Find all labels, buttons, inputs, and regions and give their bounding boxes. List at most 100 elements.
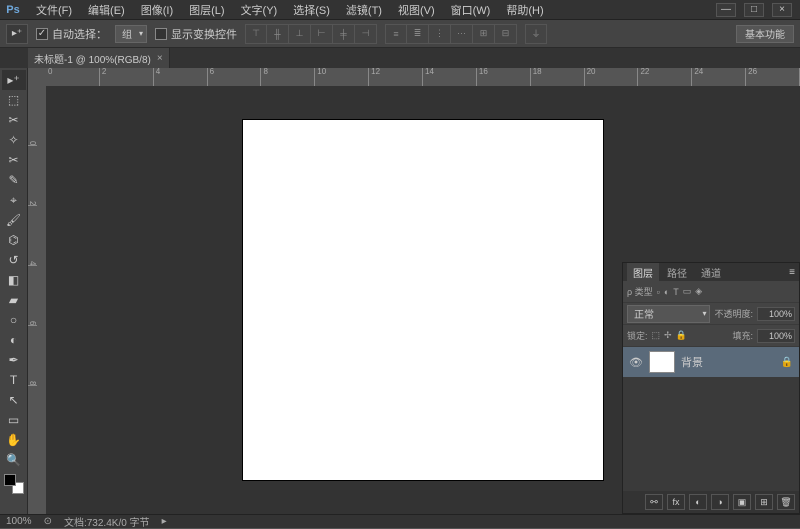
align-vcenter-icon[interactable]: ╫: [267, 24, 289, 44]
dist-3-icon[interactable]: ⋮: [429, 24, 451, 44]
layer-row[interactable]: 👁 背景 🔒: [623, 347, 799, 377]
fx-icon[interactable]: fx: [667, 494, 685, 510]
dist-2-icon[interactable]: ≣: [407, 24, 429, 44]
ruler-horizontal[interactable]: 0 2 4 6 8 10 12 14 16 18 20 22 24 26: [46, 68, 800, 86]
workspace-switcher[interactable]: 基本功能: [736, 25, 794, 43]
link-layers-icon[interactable]: ⚯: [645, 494, 663, 510]
dist-4-icon[interactable]: ⋯: [451, 24, 473, 44]
zoom-level[interactable]: 100%: [6, 516, 32, 527]
menu-filter[interactable]: 滤镜(T): [340, 0, 388, 20]
mask-icon[interactable]: ◐: [689, 494, 707, 510]
pen-tool[interactable]: ✒: [2, 350, 26, 370]
path-tool[interactable]: ↖: [2, 390, 26, 410]
3d-mode-icon[interactable]: ⏚: [525, 24, 547, 44]
new-layer-icon[interactable]: ⊞: [755, 494, 773, 510]
zoom-tool[interactable]: 🔍: [2, 450, 26, 470]
panel-tabs: 图层 路径 通道 ≡: [623, 263, 799, 281]
close-tab-icon[interactable]: ×: [157, 53, 163, 64]
tab-channels[interactable]: 通道: [695, 263, 727, 282]
group-icon[interactable]: ▣: [733, 494, 751, 510]
lasso-tool[interactable]: ✂: [2, 110, 26, 130]
info-arrow-icon[interactable]: ▸: [162, 516, 167, 527]
gradient-tool[interactable]: ▰: [2, 290, 26, 310]
document-tab[interactable]: 未标题-1 @ 100%(RGB/8) ×: [28, 48, 170, 68]
tab-paths[interactable]: 路径: [661, 263, 693, 282]
blend-row: 正常 不透明度:: [623, 303, 799, 325]
wand-tool[interactable]: ✧: [2, 130, 26, 150]
align-hcenter-icon[interactable]: ╪: [333, 24, 355, 44]
dodge-tool[interactable]: ◐: [2, 330, 26, 350]
menu-edit[interactable]: 编辑(E): [82, 0, 131, 20]
lock-all-icon[interactable]: 🔒: [676, 330, 687, 341]
trash-icon[interactable]: 🗑: [777, 494, 795, 510]
align-group-1: ⊤ ╫ ⊥ ⊢ ╪ ⊣: [245, 24, 377, 44]
auto-select-checkbox[interactable]: ✓: [36, 28, 48, 40]
lock-pixels-icon[interactable]: ⬚: [652, 330, 661, 341]
shape-tool[interactable]: ▭: [2, 410, 26, 430]
filter-4-icon[interactable]: ▭: [683, 286, 692, 297]
stamp-tool[interactable]: ⌬: [2, 230, 26, 250]
panel-footer: ⚯ fx ◐ ◑ ▣ ⊞ 🗑: [623, 491, 799, 513]
menu-type[interactable]: 文字(Y): [235, 0, 284, 20]
blend-mode-select[interactable]: 正常: [627, 305, 710, 323]
filter-3-icon[interactable]: T: [673, 287, 679, 297]
spot-heal-tool[interactable]: ⌖: [2, 190, 26, 210]
canvas[interactable]: [243, 120, 603, 480]
dist-5-icon[interactable]: ⊞: [473, 24, 495, 44]
ruler-tick: 24: [692, 68, 746, 86]
dist-1-icon[interactable]: ≡: [385, 24, 407, 44]
marquee-tool[interactable]: ⬚: [2, 90, 26, 110]
minimize-button[interactable]: —: [716, 3, 736, 17]
show-transform-checkbox[interactable]: [155, 28, 167, 40]
menu-select[interactable]: 选择(S): [287, 0, 336, 20]
filter-2-icon[interactable]: ◐: [664, 287, 669, 297]
align-left-icon[interactable]: ⊢: [311, 24, 333, 44]
tab-layers[interactable]: 图层: [627, 263, 659, 282]
tool-preset-icon[interactable]: ▸⁺: [6, 24, 28, 44]
doc-info[interactable]: 文档:732.4K/0 字节: [64, 514, 150, 529]
filter-5-icon[interactable]: ◈: [695, 286, 702, 297]
ruler-vertical[interactable]: 0 2 4 6 8: [28, 86, 46, 514]
hand-tool[interactable]: ✋: [2, 430, 26, 450]
type-tool[interactable]: T: [2, 370, 26, 390]
foreground-color[interactable]: [4, 474, 16, 486]
history-brush-tool[interactable]: ↺: [2, 250, 26, 270]
brush-tool[interactable]: 🖌: [2, 210, 26, 230]
close-button[interactable]: ×: [772, 3, 792, 17]
eraser-tool[interactable]: ◧: [2, 270, 26, 290]
ruler-tick: 14: [423, 68, 477, 86]
show-transform-control[interactable]: 显示变换控件: [155, 26, 237, 42]
layer-thumbnail[interactable]: [649, 351, 675, 373]
visibility-icon[interactable]: 👁: [629, 356, 643, 369]
color-swatches[interactable]: [4, 474, 24, 494]
menu-image[interactable]: 图像(I): [135, 0, 179, 20]
blur-tool[interactable]: ○: [2, 310, 26, 330]
move-tool[interactable]: ▸⁺: [2, 70, 26, 90]
dist-6-icon[interactable]: ⊟: [495, 24, 517, 44]
ruler-tick: 16: [477, 68, 531, 86]
menu-help[interactable]: 帮助(H): [500, 0, 549, 20]
fill-input[interactable]: [757, 329, 795, 343]
lock-position-icon[interactable]: ✢: [664, 330, 672, 341]
align-top-icon[interactable]: ⊤: [245, 24, 267, 44]
filter-1-icon[interactable]: ▫: [657, 287, 660, 297]
align-right-icon[interactable]: ⊣: [355, 24, 377, 44]
crop-tool[interactable]: ✂: [2, 150, 26, 170]
layer-name[interactable]: 背景: [681, 354, 703, 370]
menu-view[interactable]: 视图(V): [392, 0, 441, 20]
info-icon[interactable]: ⊙: [44, 516, 52, 527]
adjustment-icon[interactable]: ◑: [711, 494, 729, 510]
panel-menu-icon[interactable]: ≡: [789, 267, 795, 278]
auto-select-dropdown[interactable]: 组: [115, 25, 147, 43]
maximize-button[interactable]: □: [744, 3, 764, 17]
ruler-tick: 12: [369, 68, 423, 86]
options-bar: ▸⁺ ✓ 自动选择： 组 显示变换控件 ⊤ ╫ ⊥ ⊢ ╪ ⊣ ≡ ≣ ⋮ ⋯ …: [0, 20, 800, 48]
menu-layer[interactable]: 图层(L): [183, 0, 230, 20]
align-bottom-icon[interactable]: ⊥: [289, 24, 311, 44]
eyedropper-tool[interactable]: ✎: [2, 170, 26, 190]
opacity-input[interactable]: [757, 307, 795, 321]
menu-file[interactable]: 文件(F): [30, 0, 78, 20]
auto-select-control[interactable]: ✓ 自动选择：: [36, 26, 107, 42]
document-tab-label: 未标题-1 @ 100%(RGB/8): [34, 51, 151, 66]
menu-window[interactable]: 窗口(W): [445, 0, 497, 20]
